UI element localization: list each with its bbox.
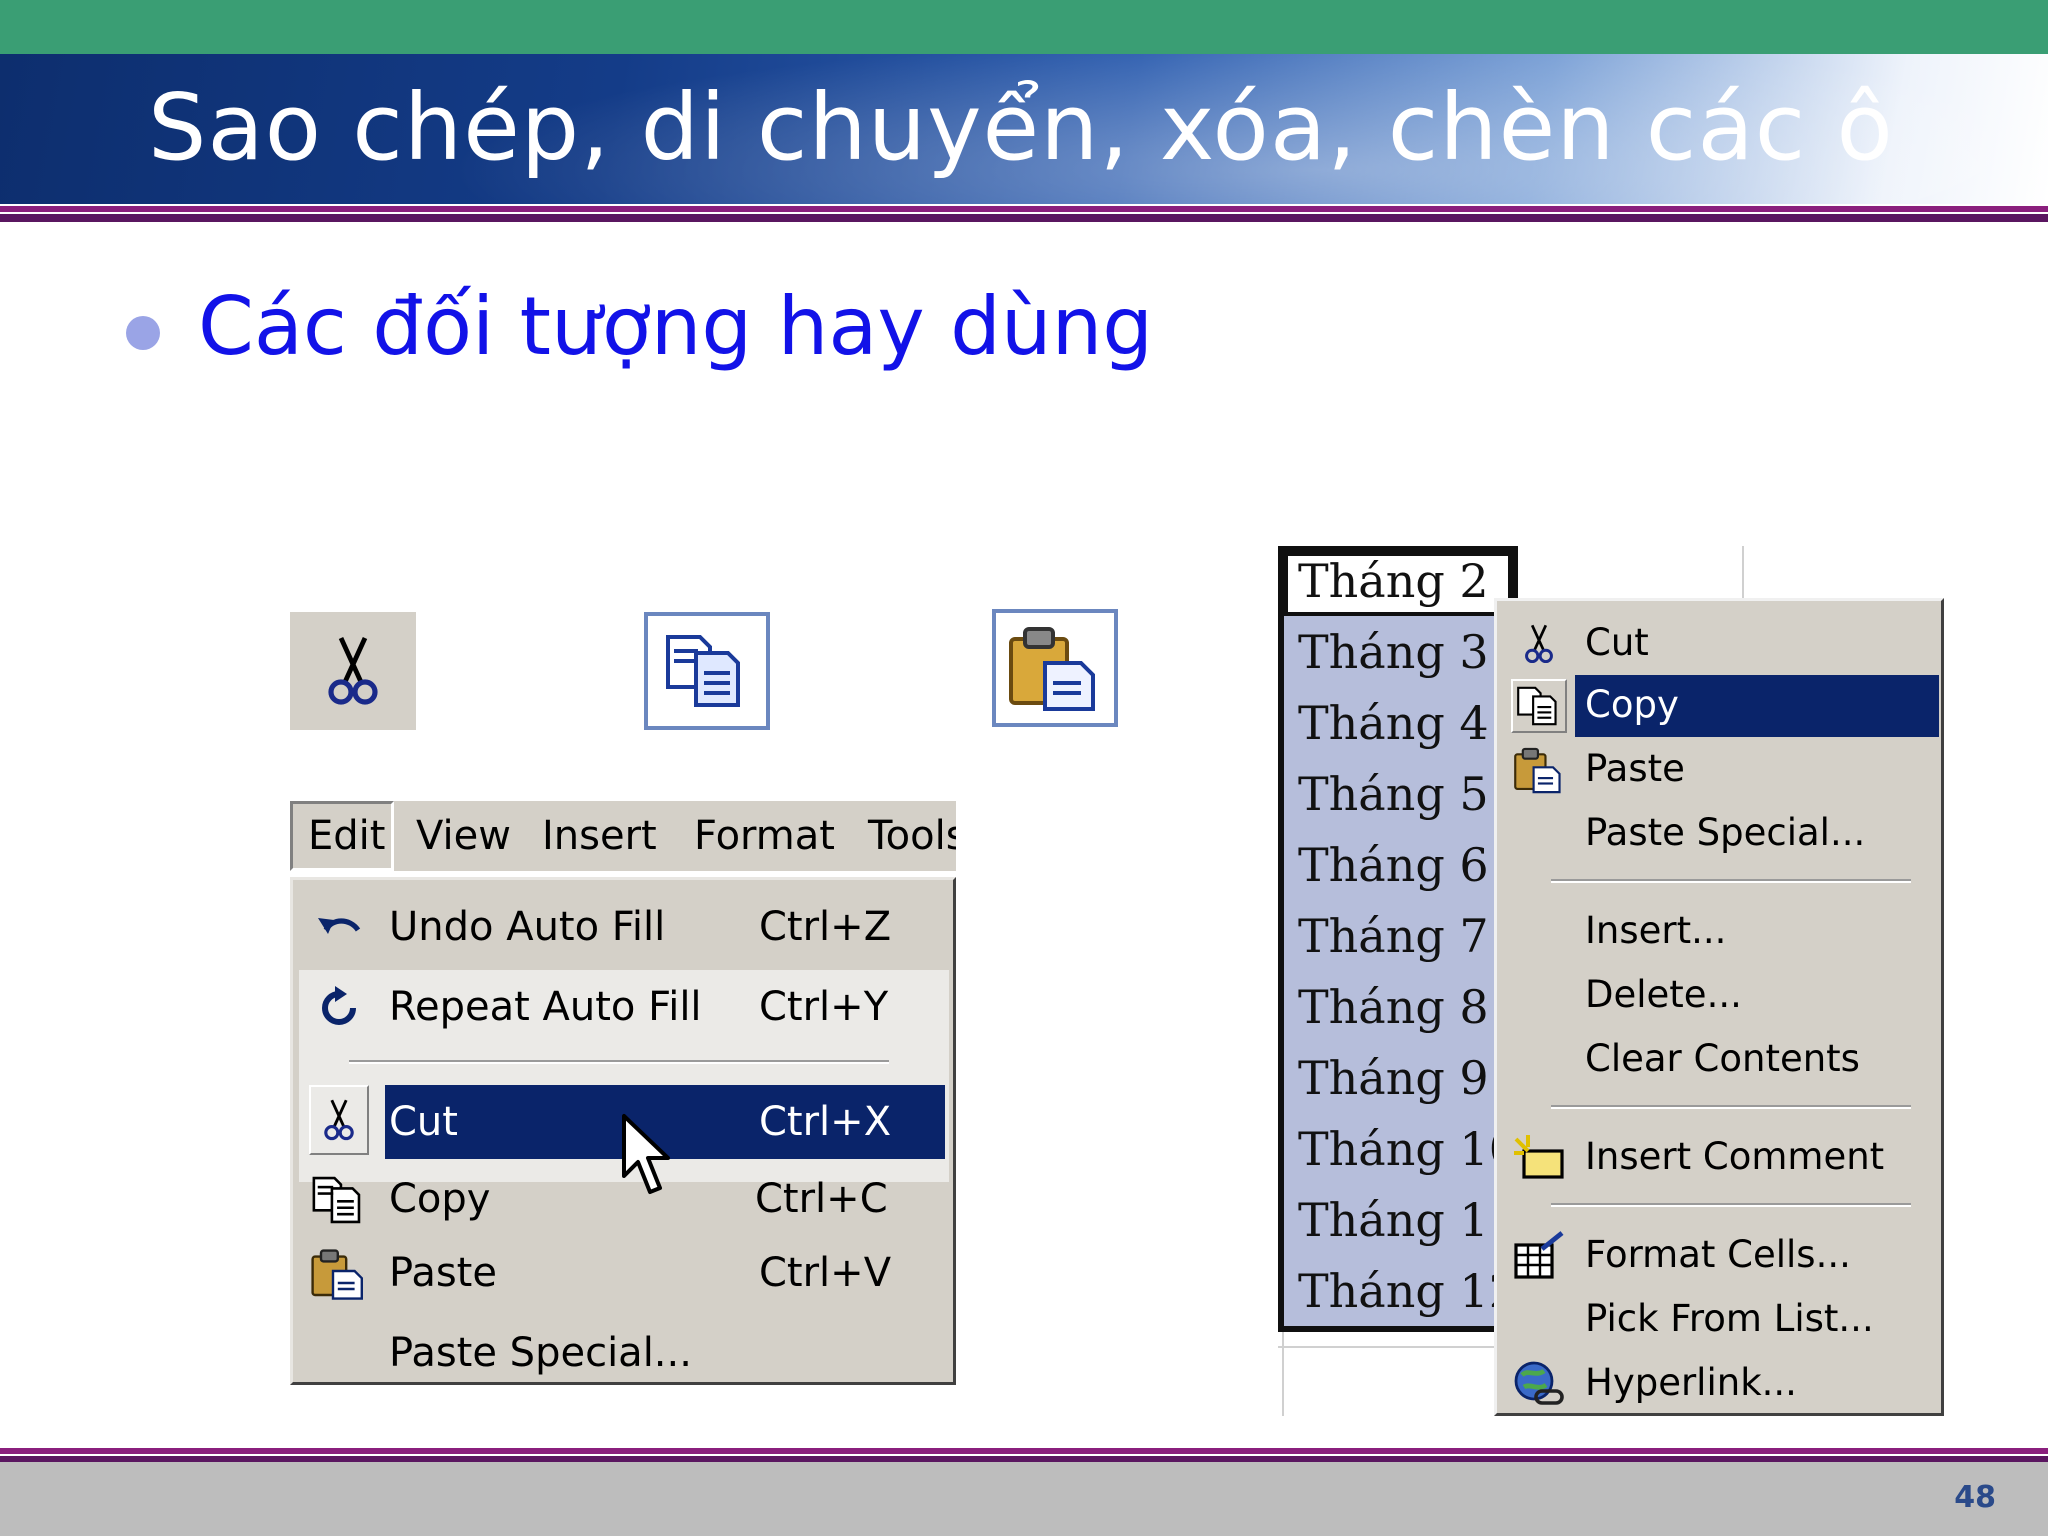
page-number: 48 [1954, 1480, 1996, 1515]
footer-rule [0, 1448, 2048, 1454]
selected-cell-range[interactable]: Tháng 2 Tháng 3 Tháng 4 Tháng 5 Tháng 6 … [1278, 546, 1518, 1332]
context-menu-paste-label: Paste [1585, 747, 1685, 790]
copy-toolbar-button[interactable] [644, 612, 770, 730]
menu-edit[interactable]: Edit [290, 801, 394, 871]
edit-menu-cut-shortcut: Ctrl+X [759, 1099, 892, 1145]
context-menu-pick-from-list-label: Pick From List... [1585, 1297, 1874, 1340]
edit-menu-paste-label: Paste [389, 1250, 497, 1296]
cell: Tháng 5 [1298, 767, 1489, 821]
edit-menu-repeat-shortcut: Ctrl+Y [759, 984, 889, 1030]
cell: Tháng 12 [1298, 1264, 1518, 1318]
title-rule-secondary [0, 214, 2048, 222]
cell: Tháng 8 [1298, 980, 1489, 1034]
menu-insert[interactable]: Insert [542, 813, 657, 859]
context-menu-separator [1551, 879, 1911, 883]
context-menu-cut-label: Cut [1585, 621, 1649, 664]
edit-menu-paste[interactable]: Paste Ctrl+V [299, 1240, 949, 1308]
bullet-dot [126, 316, 160, 350]
edit-menu-undo-shortcut: Ctrl+Z [759, 904, 892, 950]
edit-menu-undo[interactable]: Undo Auto Fill Ctrl+Z [299, 894, 949, 962]
context-menu-separator [1551, 1105, 1911, 1109]
scissors-icon [328, 637, 378, 705]
copy-icon [666, 635, 740, 707]
edit-menu-copy-shortcut: Ctrl+C [755, 1176, 888, 1222]
context-menu-hyperlink[interactable]: Hyperlink... [1503, 1353, 1939, 1415]
paste-icon [1514, 747, 1561, 794]
edit-menu-paste-special[interactable]: Paste Special... [299, 1320, 949, 1388]
edit-menu-undo-label: Undo Auto Fill [389, 904, 666, 950]
context-menu-separator [1551, 1203, 1911, 1207]
redo-icon [322, 986, 356, 1025]
context-menu-copy[interactable]: Copy [1503, 675, 1939, 737]
scissors-icon [1525, 624, 1553, 664]
context-menu-clear-contents-label: Clear Contents [1585, 1037, 1860, 1080]
edit-menu-separator [349, 1060, 889, 1064]
context-menu-format-cells[interactable]: Format Cells... [1503, 1225, 1939, 1287]
context-menu-clear-contents[interactable]: Clear Contents [1503, 1029, 1939, 1091]
comment-icon [1514, 1135, 1564, 1179]
paste-toolbar-button[interactable] [992, 609, 1118, 727]
top-band [0, 0, 2048, 54]
context-menu-insert-comment[interactable]: Insert Comment [1503, 1127, 1939, 1189]
menu-format[interactable]: Format [694, 813, 835, 859]
cell: Tháng 6 [1298, 838, 1489, 892]
context-menu-insert-comment-label: Insert Comment [1585, 1135, 1885, 1178]
copy-icon [312, 1176, 361, 1224]
hyperlink-icon [1514, 1361, 1564, 1405]
menu-view[interactable]: View [416, 813, 511, 859]
context-menu-delete-label: Delete... [1585, 973, 1742, 1016]
bullet-text: Các đối tượng hay dùng [198, 280, 1154, 373]
cut-toolbar-button[interactable] [290, 612, 416, 730]
copy-icon [1517, 686, 1557, 726]
menu-bar: Edit View Insert Format Tools [290, 801, 956, 871]
title-bar: Sao chép, di chuyển, xóa, chèn các ô [0, 54, 2048, 204]
scissors-icon [324, 1099, 354, 1141]
undo-icon [318, 918, 361, 934]
mouse-pointer-icon [622, 1114, 670, 1194]
menu-edit-label: Edit [308, 813, 386, 859]
context-menu-format-cells-label: Format Cells... [1585, 1233, 1851, 1276]
footer-bar: 48 [0, 1462, 2048, 1536]
cell: Tháng 3 [1298, 625, 1489, 679]
edit-menu-paste-shortcut: Ctrl+V [759, 1250, 892, 1296]
context-menu-hyperlink-label: Hyperlink... [1585, 1361, 1797, 1404]
cell: Tháng 9 [1298, 1051, 1489, 1105]
context-menu-copy-label: Copy [1585, 683, 1679, 726]
slide-title: Sao chép, di chuyển, xóa, chèn các ô [148, 74, 1894, 181]
context-menu-paste-special-label: Paste Special... [1585, 811, 1866, 854]
context-menu-pick-from-list[interactable]: Pick From List... [1503, 1289, 1939, 1351]
edit-menu-copy-label: Copy [389, 1176, 491, 1222]
cell: Tháng 7 [1298, 909, 1489, 963]
cell: Tháng 11 [1298, 1193, 1518, 1247]
edit-menu-cut-label: Cut [389, 1099, 458, 1145]
menu-tools[interactable]: Tools [868, 813, 956, 859]
edit-menu-paste-special-label: Paste Special... [389, 1330, 692, 1376]
paste-icon [311, 1249, 363, 1300]
context-menu-insert[interactable]: Insert... [1503, 901, 1939, 963]
cell: Tháng 4 [1298, 696, 1489, 750]
edit-menu-repeat-label: Repeat Auto Fill [389, 984, 702, 1030]
context-menu-insert-label: Insert... [1585, 909, 1727, 952]
cell: Tháng 2 [1298, 554, 1489, 608]
context-menu-cut[interactable]: Cut [1503, 613, 1939, 675]
edit-menu-repeat[interactable]: Repeat Auto Fill Ctrl+Y [299, 974, 949, 1042]
context-menu: Cut Copy Paste Paste Special... Insert..… [1494, 598, 1944, 1416]
context-menu-delete[interactable]: Delete... [1503, 965, 1939, 1027]
context-menu-paste[interactable]: Paste [1503, 739, 1939, 801]
title-rule [0, 206, 2048, 212]
paste-icon [1009, 627, 1095, 711]
context-menu-paste-special[interactable]: Paste Special... [1503, 803, 1939, 865]
format-cells-icon [1514, 1231, 1564, 1279]
cell: Tháng 10 [1298, 1122, 1518, 1176]
